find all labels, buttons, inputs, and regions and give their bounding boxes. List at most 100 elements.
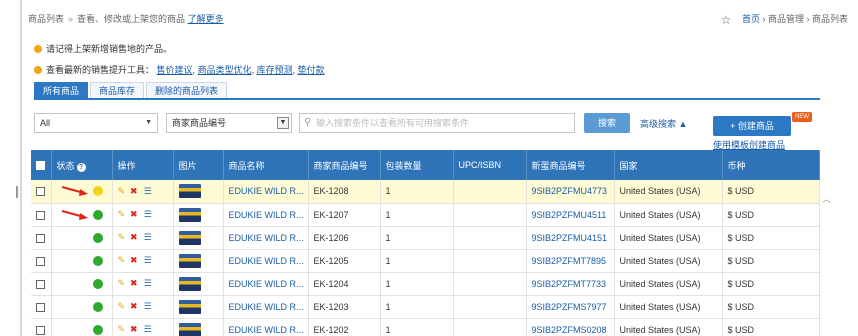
col-status[interactable]: 状态? [51,150,113,180]
newegg-item-link[interactable]: 9SIB2PZFMS7977 [532,302,607,312]
breadcrumb-home[interactable]: 首页 [742,14,760,24]
pencil-icon[interactable]: ✎ [118,232,126,242]
notice-relist: 请记得上架新增销售地的产品。 [34,42,172,55]
product-name-link[interactable]: EDUKIE WILD R... [229,186,304,196]
newegg-item-link[interactable]: 9SIB2PZFMT7733 [532,279,607,289]
x-icon[interactable]: ✖ [130,232,138,242]
product-thumbnail[interactable] [178,322,201,336]
row-checkbox[interactable] [36,325,45,335]
row-actions: ✎ ✖ ☰ [112,295,174,319]
table-row[interactable]: ✎ ✖ ☰ EDUKIE WILD R... EK-1203 1 9SIB2PZFMS797… [31,295,820,319]
row-upc-isbn [453,318,527,336]
star-outline-icon[interactable]: ☆ [721,13,732,27]
pencil-icon[interactable]: ✎ [118,324,126,334]
row-upc-isbn [453,203,527,227]
x-icon[interactable]: ✖ [130,186,138,196]
tool-link-category-optimize[interactable]: 商品类型优化 [198,65,252,75]
question-circle-icon[interactable]: ? [76,162,86,172]
newegg-item-link[interactable]: 9SIB2PZFMU4773 [532,186,608,196]
col-product-name[interactable]: 商品名称 [223,150,309,180]
scroll-up-icon[interactable]: ︿ [822,192,831,205]
row-checkbox[interactable] [36,187,45,197]
pencil-icon[interactable]: ✎ [118,278,126,288]
x-icon[interactable]: ✖ [130,324,138,334]
product-name-link[interactable]: EDUKIE WILD R... [229,233,304,243]
table-row[interactable]: ✎ ✖ ☰ EDUKIE WILD R... EK-1204 1 9SIB2PZFMT773… [31,272,820,296]
col-currency[interactable]: 币种 [722,150,820,180]
product-thumbnail[interactable] [178,230,201,245]
pencil-icon[interactable]: ✎ [118,255,126,265]
pencil-icon[interactable]: ✎ [118,186,126,196]
product-name-link[interactable]: EDUKIE WILD R... [229,325,304,335]
row-checkbox[interactable] [36,256,45,266]
select-all-checkbox[interactable] [36,161,45,171]
list-icon[interactable]: ☰ [144,278,152,288]
row-checkbox[interactable] [36,210,45,220]
x-icon[interactable]: ✖ [130,278,138,288]
list-icon[interactable]: ☰ [144,209,152,219]
product-thumbnail[interactable] [178,299,201,314]
pencil-icon[interactable]: ✎ [118,301,126,311]
pencil-icon[interactable]: ✎ [118,209,126,219]
status-dot-icon [92,209,103,220]
tab-deleted-products[interactable]: 删除的商品列表 [146,82,228,98]
col-newegg-item[interactable]: 新蛋商品编号 [526,150,615,180]
row-country: United States (USA) [614,226,723,250]
row-checkbox[interactable] [36,279,45,289]
row-seller-sku: EK-1208 [308,180,381,204]
product-name-link[interactable]: EDUKIE WILD R... [229,279,304,289]
product-thumbnail[interactable] [178,253,201,268]
row-checkbox[interactable] [36,233,45,243]
newegg-item-link[interactable]: 9SIB2PZFMS0208 [532,325,607,335]
newegg-item-link[interactable]: 9SIB2PZFMU4511 [532,210,607,220]
tool-link-inventory-forecast[interactable]: 库存预测 [257,65,293,75]
list-icon[interactable]: ☰ [144,232,152,242]
tab-inventory[interactable]: 商品库存 [90,82,145,98]
list-icon[interactable]: ☰ [144,186,152,196]
row-seller-sku: EK-1207 [308,203,381,227]
table-row[interactable]: ✎ ✖ ☰ EDUKIE WILD R... EK-1207 1 9SIB2PZFMU451… [31,203,820,227]
newegg-item-link[interactable]: 9SIB2PZFMU4151 [532,233,608,243]
newegg-item-link[interactable]: 9SIB2PZFMT7895 [532,256,607,266]
product-name-link[interactable]: EDUKIE WILD R... [229,210,304,220]
row-currency: $ USD [722,272,820,296]
search-input[interactable]: ⚲ 输入搜索条件以查看所有可用搜索条件 [299,113,575,133]
status-dot-icon [92,232,103,243]
table-row[interactable]: ✎ ✖ ☰ EDUKIE WILD R... EK-1202 1 9SIB2PZFMS020… [31,318,820,336]
list-icon[interactable]: ☰ [144,324,152,334]
table-row[interactable]: ✎ ✖ ☰ EDUKIE WILD R... EK-1208 1 9SIB2PZFMU477… [31,180,820,204]
product-thumbnail[interactable] [178,276,201,291]
row-country: United States (USA) [614,318,723,336]
table-row[interactable]: ✎ ✖ ☰ EDUKIE WILD R... EK-1206 1 9SIB2PZFMU415… [31,226,820,250]
list-icon[interactable]: ☰ [144,255,152,265]
learn-more-link[interactable]: 了解更多 [188,14,224,24]
product-name-link[interactable]: EDUKIE WILD R... [229,302,304,312]
status-dot-icon [92,301,103,312]
tool-link-advance-payment[interactable]: 垫付款 [298,65,325,75]
row-product-name: EDUKIE WILD R... [223,295,309,319]
x-icon[interactable]: ✖ [130,255,138,265]
product-name-link[interactable]: EDUKIE WILD R... [229,256,304,266]
col-package-qty[interactable]: 包装数量 [380,150,454,180]
scope-select[interactable]: All ▼ [34,113,158,133]
row-image [173,226,224,250]
advanced-search-toggle[interactable]: 高级搜索 ▲ [640,117,687,130]
tab-all-products[interactable]: 所有商品 [34,82,89,98]
row-upc-isbn [453,226,527,250]
field-select[interactable]: 商家商品编号 ▼ [166,113,292,133]
col-seller-sku[interactable]: 商家商品编号 [308,150,381,180]
create-product-button[interactable]: + 创建商品 [713,116,791,136]
table-row[interactable]: ✎ ✖ ☰ EDUKIE WILD R... EK-1205 1 9SIB2PZFMT789… [31,249,820,273]
tool-link-price-suggestion[interactable]: 售价建议 [157,65,193,75]
product-thumbnail[interactable] [178,184,201,199]
product-thumbnail[interactable] [178,207,201,222]
x-icon[interactable]: ✖ [130,209,138,219]
list-icon[interactable]: ☰ [144,301,152,311]
tab-bar: 所有商品 商品库存 删除的商品列表 [34,82,229,98]
col-upc-isbn[interactable]: UPC/ISBN [453,150,527,180]
row-select [31,295,52,319]
row-checkbox[interactable] [36,302,45,312]
col-country[interactable]: 国家 [614,150,723,180]
x-icon[interactable]: ✖ [130,301,138,311]
search-button[interactable]: 搜索 [584,113,630,133]
